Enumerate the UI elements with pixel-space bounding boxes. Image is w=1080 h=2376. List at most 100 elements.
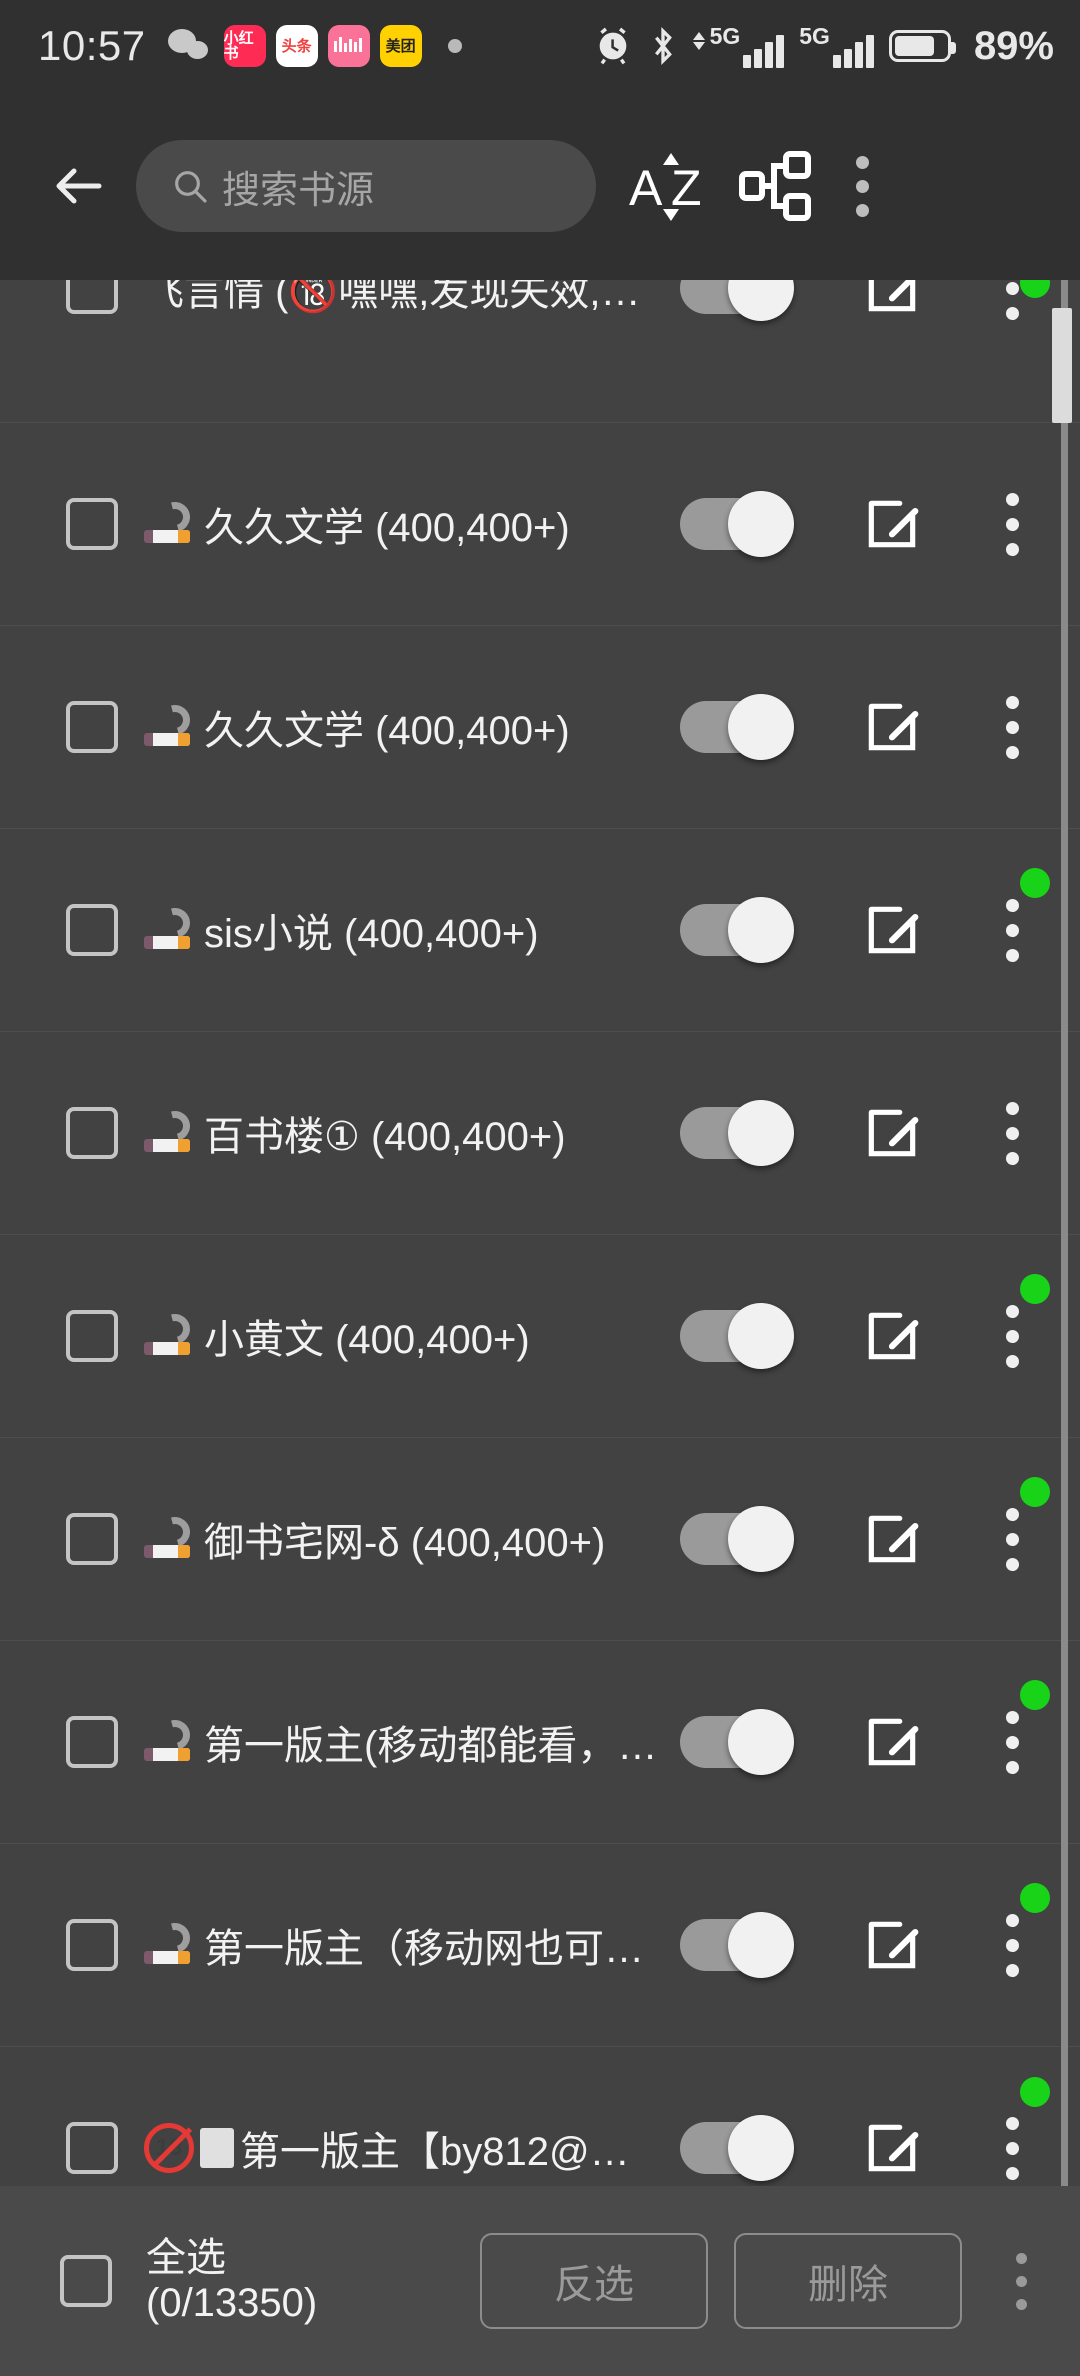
status-right-icons: 5G 5G 89% (593, 24, 1054, 69)
signal-icon-1: 5G (692, 24, 785, 68)
row-checkbox[interactable] (66, 1919, 118, 1971)
row-checkbox[interactable] (66, 1310, 118, 1362)
table-row[interactable]: 百书楼① (400,400+) (0, 1032, 1080, 1235)
table-row[interactable]: 久久文学 (400,400+) (0, 423, 1080, 626)
row-toggle[interactable] (680, 1100, 794, 1166)
row-toggle[interactable] (680, 897, 794, 963)
row-toggle[interactable] (680, 280, 794, 321)
alarm-icon (599, 27, 626, 65)
edit-icon (868, 906, 919, 954)
row-title: 飞言情 (🔞嘿嘿,发现失效,… (144, 280, 641, 314)
row-edit-button[interactable] (856, 2112, 928, 2184)
row-edit-button[interactable] (856, 691, 928, 763)
row-menu-button[interactable] (982, 492, 1042, 556)
row-title: sis小说 (400,400+) (144, 901, 674, 959)
delete-button[interactable]: 删除 (734, 2233, 962, 2329)
edit-icon (868, 1921, 919, 1969)
row-edit-button[interactable] (856, 894, 928, 966)
row-menu-button[interactable] (982, 1101, 1042, 1165)
row-status-indicator (1020, 1477, 1050, 1507)
row-edit-button[interactable] (856, 1300, 928, 1372)
menu-dot-icon (855, 179, 869, 193)
overflow-menu-button[interactable] (824, 138, 900, 234)
table-row[interactable]: 御书宅网-δ (400,400+) (0, 1438, 1080, 1641)
row-title: 18 第一版主【by812@… (144, 2119, 674, 2177)
app-toolbar: 搜索书源 A Z (0, 92, 1080, 280)
table-row[interactable]: sis小说 (400,400+) (0, 829, 1080, 1032)
list-scrollbar-thumb[interactable] (1052, 308, 1072, 423)
sort-button[interactable]: A Z (618, 138, 728, 234)
menu-dot-icon (1015, 2298, 1027, 2310)
xiaohongshu-icon: 小红书 (223, 25, 266, 67)
row-status-indicator (1020, 1274, 1050, 1304)
row-checkbox[interactable] (66, 701, 118, 753)
row-status-indicator (1020, 1680, 1050, 1710)
row-menu-button[interactable] (982, 1507, 1042, 1571)
row-checkbox[interactable] (66, 1513, 118, 1565)
status-bar: 10:57 小红书 头条 美团 5G 5G 89% (0, 0, 1080, 92)
edit-icon (868, 1109, 919, 1157)
bottom-overflow-menu-button[interactable] (986, 2252, 1056, 2310)
row-checkbox[interactable] (66, 280, 118, 314)
wechat-icon (167, 25, 214, 67)
table-row[interactable]: 小黄文 (400,400+) (0, 1235, 1080, 1438)
row-checkbox[interactable] (66, 1107, 118, 1159)
row-toggle[interactable] (680, 1912, 794, 1978)
menu-dot-icon (855, 203, 869, 217)
row-menu-button[interactable] (982, 898, 1042, 962)
status-time: 10:57 (38, 22, 146, 69)
search-icon (175, 171, 207, 203)
row-menu-button[interactable] (982, 2116, 1042, 2180)
cigarette-icon (144, 496, 198, 548)
row-edit-button[interactable] (856, 280, 928, 324)
row-toggle[interactable] (680, 1303, 794, 1369)
selection-count: (0/13350) (146, 2281, 318, 2325)
row-title: 第一版主(移动都能看，… (144, 1713, 674, 1771)
row-checkbox[interactable] (66, 1716, 118, 1768)
cigarette-icon (144, 1105, 198, 1157)
table-row[interactable]: 第一版主（移动网也可… (0, 1844, 1080, 2047)
row-toggle[interactable] (680, 2115, 794, 2181)
select-all-checkbox[interactable] (60, 2255, 112, 2307)
row-checkbox[interactable] (66, 2122, 118, 2174)
back-button[interactable] (36, 143, 122, 229)
row-edit-button[interactable] (856, 1706, 928, 1778)
row-edit-button[interactable] (856, 1503, 928, 1575)
white-square-icon (200, 2128, 234, 2168)
row-toggle[interactable] (680, 694, 794, 760)
status-app-icons: 小红书 头条 美团 (167, 25, 462, 67)
row-menu-button[interactable] (982, 1304, 1042, 1368)
table-row[interactable]: 久久文学 (400,400+) (0, 626, 1080, 829)
no-18-icon: 18 (144, 2123, 194, 2173)
row-menu-button[interactable] (982, 1913, 1042, 1977)
row-edit-button[interactable] (856, 488, 928, 560)
row-toggle[interactable] (680, 491, 794, 557)
search-input[interactable]: 搜索书源 (136, 140, 596, 232)
row-toggle[interactable] (680, 1709, 794, 1775)
edit-icon (868, 280, 916, 312)
cigarette-icon (144, 902, 198, 954)
row-checkbox[interactable] (66, 904, 118, 956)
cigarette-icon (144, 1917, 198, 1969)
selection-bottom-bar: 全选 (0/13350) 反选 删除 (0, 2186, 1080, 2376)
row-checkbox[interactable] (66, 498, 118, 550)
bilibili-icon (327, 25, 370, 67)
table-row[interactable]: 18 第一版主【by812@… (0, 2047, 1080, 2186)
edit-icon (868, 1718, 919, 1766)
table-row[interactable]: 第一版主(移动都能看，… (0, 1641, 1080, 1844)
book-source-list[interactable]: 飞言情 (🔞嘿嘿,发现失效,… 久久文学 (400,400+) 久久文学 (40… (0, 280, 1080, 2186)
list-scrollbar-track[interactable] (1061, 280, 1068, 2186)
row-menu-button[interactable] (982, 695, 1042, 759)
row-toggle[interactable] (680, 1506, 794, 1572)
group-filter-button[interactable] (728, 138, 824, 234)
data-transfer-icon (692, 31, 705, 50)
menu-dot-icon (855, 155, 869, 169)
row-title: 久久文学 (400,400+) (144, 698, 674, 756)
row-edit-button[interactable] (856, 1909, 928, 1981)
invert-selection-button[interactable]: 反选 (480, 2233, 708, 2329)
table-row[interactable]: 飞言情 (🔞嘿嘿,发现失效,… (0, 280, 1080, 423)
row-edit-button[interactable] (856, 1097, 928, 1169)
row-menu-button[interactable] (982, 1710, 1042, 1774)
row-title: 第一版主（移动网也可… (144, 1916, 674, 1974)
svg-text:A: A (629, 160, 663, 216)
